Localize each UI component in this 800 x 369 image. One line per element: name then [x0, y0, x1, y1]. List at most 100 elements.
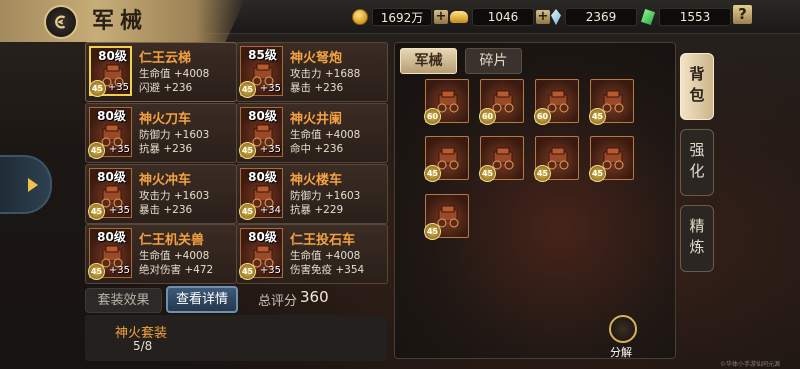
tab-enhance[interactable]: 强化 [680, 129, 714, 196]
equipment-name: 神火楼车 [290, 173, 343, 188]
equipment-card[interactable]: 80级 45 +34 神火楼车 防御力 +1603 抗暴 +229 [236, 164, 388, 224]
jade-counter: 1553 [641, 8, 731, 26]
enhance-bonus: +35 [108, 144, 130, 155]
arrow-right-icon [28, 178, 38, 192]
star-badge: 45 [589, 165, 606, 182]
decompose-button[interactable]: 分解 [604, 315, 638, 359]
inventory-slot[interactable]: 45 [479, 136, 524, 182]
siege-machine-icon [600, 89, 626, 113]
equipment-stat: 攻击力 +1688 [290, 68, 361, 80]
equipment-stat: 生命值 +4008 [290, 129, 361, 141]
siege-machine-icon [490, 146, 516, 170]
level-label: 80级 [97, 109, 126, 123]
star-badge: 45 [534, 165, 551, 182]
equipment-stat: 攻击力 +1603 [139, 190, 210, 202]
coin-counter: 1692万 + [352, 8, 448, 26]
equipment-thumbnail: 85级 45 +35 [239, 46, 283, 98]
equipment-thumbnail: 80级 45 +35 [88, 168, 132, 220]
inventory-slot[interactable]: 60 [479, 79, 524, 125]
equipment-stat: 防御力 +1603 [290, 190, 361, 202]
inventory-slot[interactable]: 45 [589, 136, 634, 182]
add-ingot-button[interactable]: + [536, 10, 550, 24]
total-score-value: 360 [300, 288, 329, 306]
equipment-card[interactable]: 80级 45 +35 仁王投石车 生命值 +4008 伤害免疫 +354 [236, 224, 388, 284]
inventory-slot[interactable]: 60 [424, 79, 469, 125]
jade-icon [641, 9, 655, 25]
equipment-name: 神火弩炮 [290, 51, 343, 66]
ingot-icon [450, 11, 468, 23]
siege-machine-icon [99, 184, 125, 208]
equipment-stat: 抗暴 +236 [139, 143, 193, 155]
suit-effect-button[interactable]: 套装效果 [85, 288, 162, 313]
decompose-icon [609, 315, 637, 343]
star-badge: 45 [88, 142, 105, 159]
enhance-bonus: +35 [259, 144, 281, 155]
decompose-label: 分解 [610, 346, 632, 359]
star-badge: 45 [239, 203, 256, 220]
inventory-slot[interactable]: 45 [534, 136, 579, 182]
equipment-stat: 命中 +236 [290, 143, 344, 155]
equipment-stat: 生命值 +4008 [290, 250, 361, 262]
star-badge: 45 [589, 108, 606, 125]
level-label: 80级 [97, 230, 126, 244]
equipment-card[interactable]: 80级 45 +35 仁王机关兽 生命值 +4008 绝对伤害 +472 [85, 224, 237, 284]
level-label: 85级 [248, 48, 277, 62]
siege-machine-icon [99, 244, 125, 268]
star-badge: 45 [88, 263, 105, 280]
inventory-slot[interactable]: 45 [589, 79, 634, 125]
siege-machine-icon [250, 184, 276, 208]
coin-value: 1692万 [372, 8, 432, 26]
ingot-counter: 1046 + [450, 8, 550, 26]
jade-value: 1553 [659, 8, 731, 26]
equipment-thumbnail: 80级 45 +35 [88, 107, 132, 159]
equipment-stat: 生命值 +4008 [139, 68, 210, 80]
equipment-name: 神火井阑 [290, 112, 343, 127]
tab-refine[interactable]: 精炼 [680, 205, 714, 272]
equipment-thumbnail: 80级 45 +34 [239, 168, 283, 220]
siege-machine-icon [490, 89, 516, 113]
equipment-card[interactable]: 80级 45 +35 神火冲车 攻击力 +1603 暴击 +236 [85, 164, 237, 224]
equipment-card[interactable]: 80级 45 +35 神火刀车 防御力 +1603 抗暴 +236 [85, 103, 237, 163]
help-button[interactable]: ? [733, 5, 752, 24]
inventory-slot[interactable]: 45 [424, 136, 469, 182]
ingot-value: 1046 [472, 8, 534, 26]
equipment-name: 仁王云梯 [139, 51, 192, 66]
enhance-bonus: +35 [259, 83, 281, 94]
equipment-stat: 防御力 +1603 [139, 129, 210, 141]
enhance-bonus: +35 [259, 265, 281, 276]
equipment-stat: 绝对伤害 +472 [139, 264, 214, 276]
coin-icon [352, 9, 368, 25]
set-bonus-panel: 神火套装 5/8 [85, 315, 387, 361]
level-label: 80级 [98, 49, 127, 63]
tab-equipment[interactable]: 军械 [400, 48, 457, 74]
siege-machine-icon [435, 204, 461, 228]
tab-fragments[interactable]: 碎片 [465, 48, 522, 74]
add-coin-button[interactable]: + [434, 10, 448, 24]
equipment-card[interactable]: 85级 45 +35 神火弩炮攻击力 +1688 暴击 +236 [236, 42, 388, 102]
view-detail-button[interactable]: 查看详情 [166, 286, 238, 313]
equipment-stat: 伤害免疫 +354 [290, 264, 365, 276]
star-badge: 60 [534, 108, 551, 125]
star-badge: 45 [88, 203, 105, 220]
tab-backpack[interactable]: 背包 [680, 53, 714, 120]
equipment-stat: 闪避 +236 [139, 82, 193, 94]
star-badge: 45 [239, 263, 256, 280]
equipment-card[interactable]: 80级 45 +35 仁王云梯 生命值 +4008 闪避 +236 [85, 42, 237, 102]
inventory-slot[interactable]: 45 [424, 194, 469, 240]
siege-machine-icon [435, 146, 461, 170]
inventory-slot[interactable]: 60 [534, 79, 579, 125]
level-label: 80级 [248, 109, 277, 123]
side-expand-tab[interactable] [0, 155, 52, 214]
level-label: 80级 [248, 230, 277, 244]
star-badge: 45 [239, 81, 256, 98]
equipment-card[interactable]: 80级 45 +35 神火井阑生命值 +4008 命中 +236 [236, 103, 388, 163]
crystal-counter: 2369 [551, 8, 637, 26]
level-label: 80级 [97, 170, 126, 184]
set-count: 5/8 [133, 339, 153, 353]
back-button[interactable] [44, 5, 78, 39]
equipment-thumbnail: 80级 45 +35 [239, 107, 283, 159]
siege-machine-icon [250, 123, 276, 147]
equipment-name: 神火冲车 [139, 173, 192, 188]
enhance-bonus: +34 [259, 205, 281, 216]
equipment-stat: 暴击 +236 [290, 82, 344, 94]
